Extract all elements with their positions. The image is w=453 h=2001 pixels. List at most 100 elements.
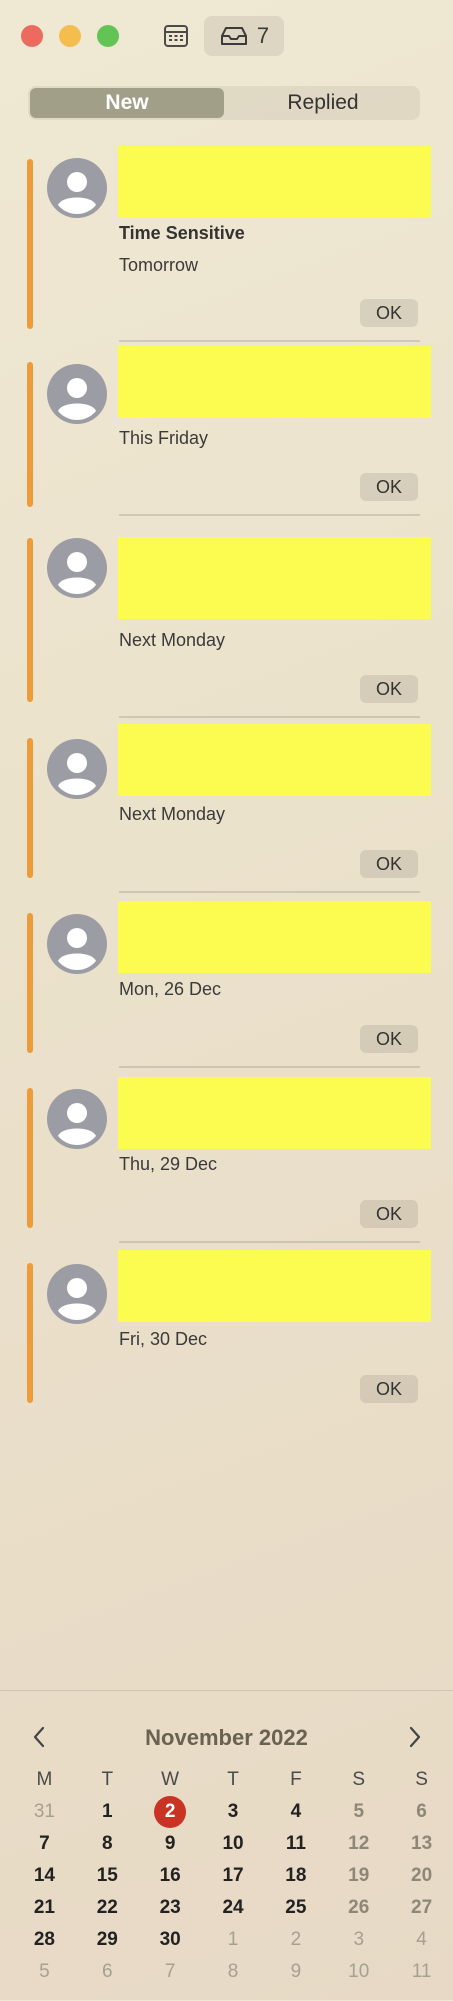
- event-date: Tomorrow: [119, 255, 199, 275]
- inbox-tray-icon: [220, 27, 247, 45]
- calendar-day[interactable]: 8: [202, 1961, 265, 1983]
- calendar-day[interactable]: 20: [390, 1865, 453, 1887]
- calendar-week-row: 21 22 23 24 25 26 27: [13, 1892, 453, 1924]
- calendar-day[interactable]: 21: [13, 1897, 76, 1919]
- chevron-right-icon: [409, 1726, 421, 1748]
- close-window-button[interactable]: [21, 25, 43, 47]
- calendar-day[interactable]: 4: [390, 1929, 453, 1951]
- calendar-day[interactable]: 2: [264, 1929, 327, 1951]
- accent-bar: [27, 1263, 33, 1403]
- ok-button[interactable]: OK: [360, 1025, 418, 1053]
- calendar-day[interactable]: 23: [139, 1897, 202, 1919]
- redacted-title: [118, 901, 431, 973]
- weekday-label: M: [36, 1769, 53, 1790]
- calendar-day[interactable]: 11: [264, 1833, 327, 1855]
- redacted-title: [118, 346, 431, 418]
- today-marker: 2: [154, 1796, 187, 1828]
- calendar-day[interactable]: 17: [202, 1865, 265, 1887]
- calendar-day[interactable]: 7: [13, 1833, 76, 1855]
- calendar-week-row: 5 6 7 8 9 10 11: [13, 1956, 453, 1988]
- calendar-day[interactable]: 6: [390, 1801, 453, 1823]
- calendar-day[interactable]: 13: [390, 1833, 453, 1855]
- calendar-day[interactable]: 22: [76, 1897, 139, 1919]
- weekday-label: S: [415, 1769, 428, 1790]
- next-month-button[interactable]: [403, 1725, 427, 1749]
- calendar-day[interactable]: 3: [327, 1929, 390, 1951]
- accent-bar: [27, 538, 33, 702]
- calendar-day[interactable]: 14: [13, 1865, 76, 1887]
- calendar-day[interactable]: 27: [390, 1897, 453, 1919]
- avatar-icon: [47, 914, 107, 974]
- accent-bar: [27, 738, 33, 878]
- divider: [119, 340, 420, 342]
- tab-new[interactable]: New: [30, 88, 224, 118]
- tab-replied[interactable]: Replied: [228, 88, 418, 118]
- calendar-day[interactable]: 6: [76, 1961, 139, 1983]
- avatar-icon: [47, 538, 107, 598]
- calendar-day[interactable]: 4: [264, 1801, 327, 1823]
- calendar-day[interactable]: 30: [139, 1929, 202, 1951]
- divider: [119, 1241, 420, 1243]
- calendar-day[interactable]: 19: [327, 1865, 390, 1887]
- event-date: Next Monday: [119, 804, 226, 824]
- calendar-day[interactable]: 10: [327, 1961, 390, 1983]
- event-date: Thu, 29 Dec: [119, 1154, 218, 1174]
- calendar-day[interactable]: 10: [202, 1833, 265, 1855]
- calendar-day[interactable]: 9: [264, 1961, 327, 1983]
- calendar-day[interactable]: 25: [264, 1897, 327, 1919]
- calendar-day[interactable]: 24: [202, 1897, 265, 1919]
- weekday-label: T: [227, 1769, 239, 1790]
- accent-bar: [27, 913, 33, 1053]
- calendar-week-row: 28 29 30 1 2 3 4: [13, 1924, 453, 1956]
- calendar-day[interactable]: 8: [76, 1833, 139, 1855]
- ok-button[interactable]: OK: [360, 473, 418, 501]
- calendar-day[interactable]: 28: [13, 1929, 76, 1951]
- redacted-title: [118, 146, 431, 218]
- calendar-day[interactable]: 1: [202, 1929, 265, 1951]
- weekday-label: T: [101, 1769, 114, 1790]
- calendar-day[interactable]: 31: [13, 1801, 76, 1823]
- minimize-window-button[interactable]: [59, 25, 81, 47]
- calendar-day[interactable]: 29: [76, 1929, 139, 1951]
- calendar-day[interactable]: 1: [76, 1801, 139, 1823]
- ok-button[interactable]: OK: [360, 850, 418, 878]
- calendar-day[interactable]: 5: [327, 1801, 390, 1823]
- title-bar: 7: [0, 0, 453, 70]
- month-title: November 2022: [145, 1725, 308, 1750]
- ok-button[interactable]: OK: [360, 1200, 418, 1228]
- time-sensitive-label: Time Sensitive: [119, 223, 245, 243]
- calendar-day[interactable]: 5: [13, 1961, 76, 1983]
- calendar-toggle-button[interactable]: [159, 19, 193, 53]
- weekday-label: W: [161, 1769, 180, 1790]
- divider: [119, 891, 420, 893]
- ok-button[interactable]: OK: [360, 1375, 418, 1403]
- calendar-day[interactable]: 12: [327, 1833, 390, 1855]
- weekday-label: F: [290, 1769, 302, 1790]
- calendar-week-row: 7 8 9 10 11 12 13: [13, 1828, 453, 1860]
- weekday-label: S: [352, 1769, 366, 1790]
- ok-button[interactable]: OK: [360, 299, 418, 327]
- mini-calendar: November 2022 M T W T F S S 31 1 2 3 4 5…: [0, 1690, 453, 2001]
- calendar-day[interactable]: 7: [139, 1961, 202, 1983]
- event-date: Next Monday: [119, 630, 226, 650]
- avatar-icon: [47, 1264, 107, 1324]
- calendar-week-row: 14 15 16 17 18 19 20: [13, 1860, 453, 1892]
- ok-button[interactable]: OK: [360, 675, 418, 703]
- event-date: Mon, 26 Dec: [119, 979, 222, 999]
- calendar-day[interactable]: 16: [139, 1865, 202, 1887]
- accent-bar: [27, 1088, 33, 1228]
- calendar-day[interactable]: 3: [202, 1801, 265, 1823]
- calendar-icon: [164, 25, 188, 47]
- redacted-title: [118, 724, 431, 796]
- redacted-title: [118, 1077, 431, 1149]
- calendar-day[interactable]: 11: [390, 1961, 453, 1983]
- calendar-day[interactable]: 18: [264, 1865, 327, 1887]
- zoom-window-button[interactable]: [97, 25, 119, 47]
- calendar-day[interactable]: 15: [76, 1865, 139, 1887]
- inbox-button[interactable]: 7: [204, 16, 284, 56]
- calendar-day[interactable]: 9: [139, 1833, 202, 1855]
- avatar-icon: [47, 364, 107, 424]
- calendar-day-today[interactable]: 2: [139, 1796, 202, 1828]
- calendar-day[interactable]: 26: [327, 1897, 390, 1919]
- calendar-week-row: 31 1 2 3 4 5 6: [13, 1796, 453, 1828]
